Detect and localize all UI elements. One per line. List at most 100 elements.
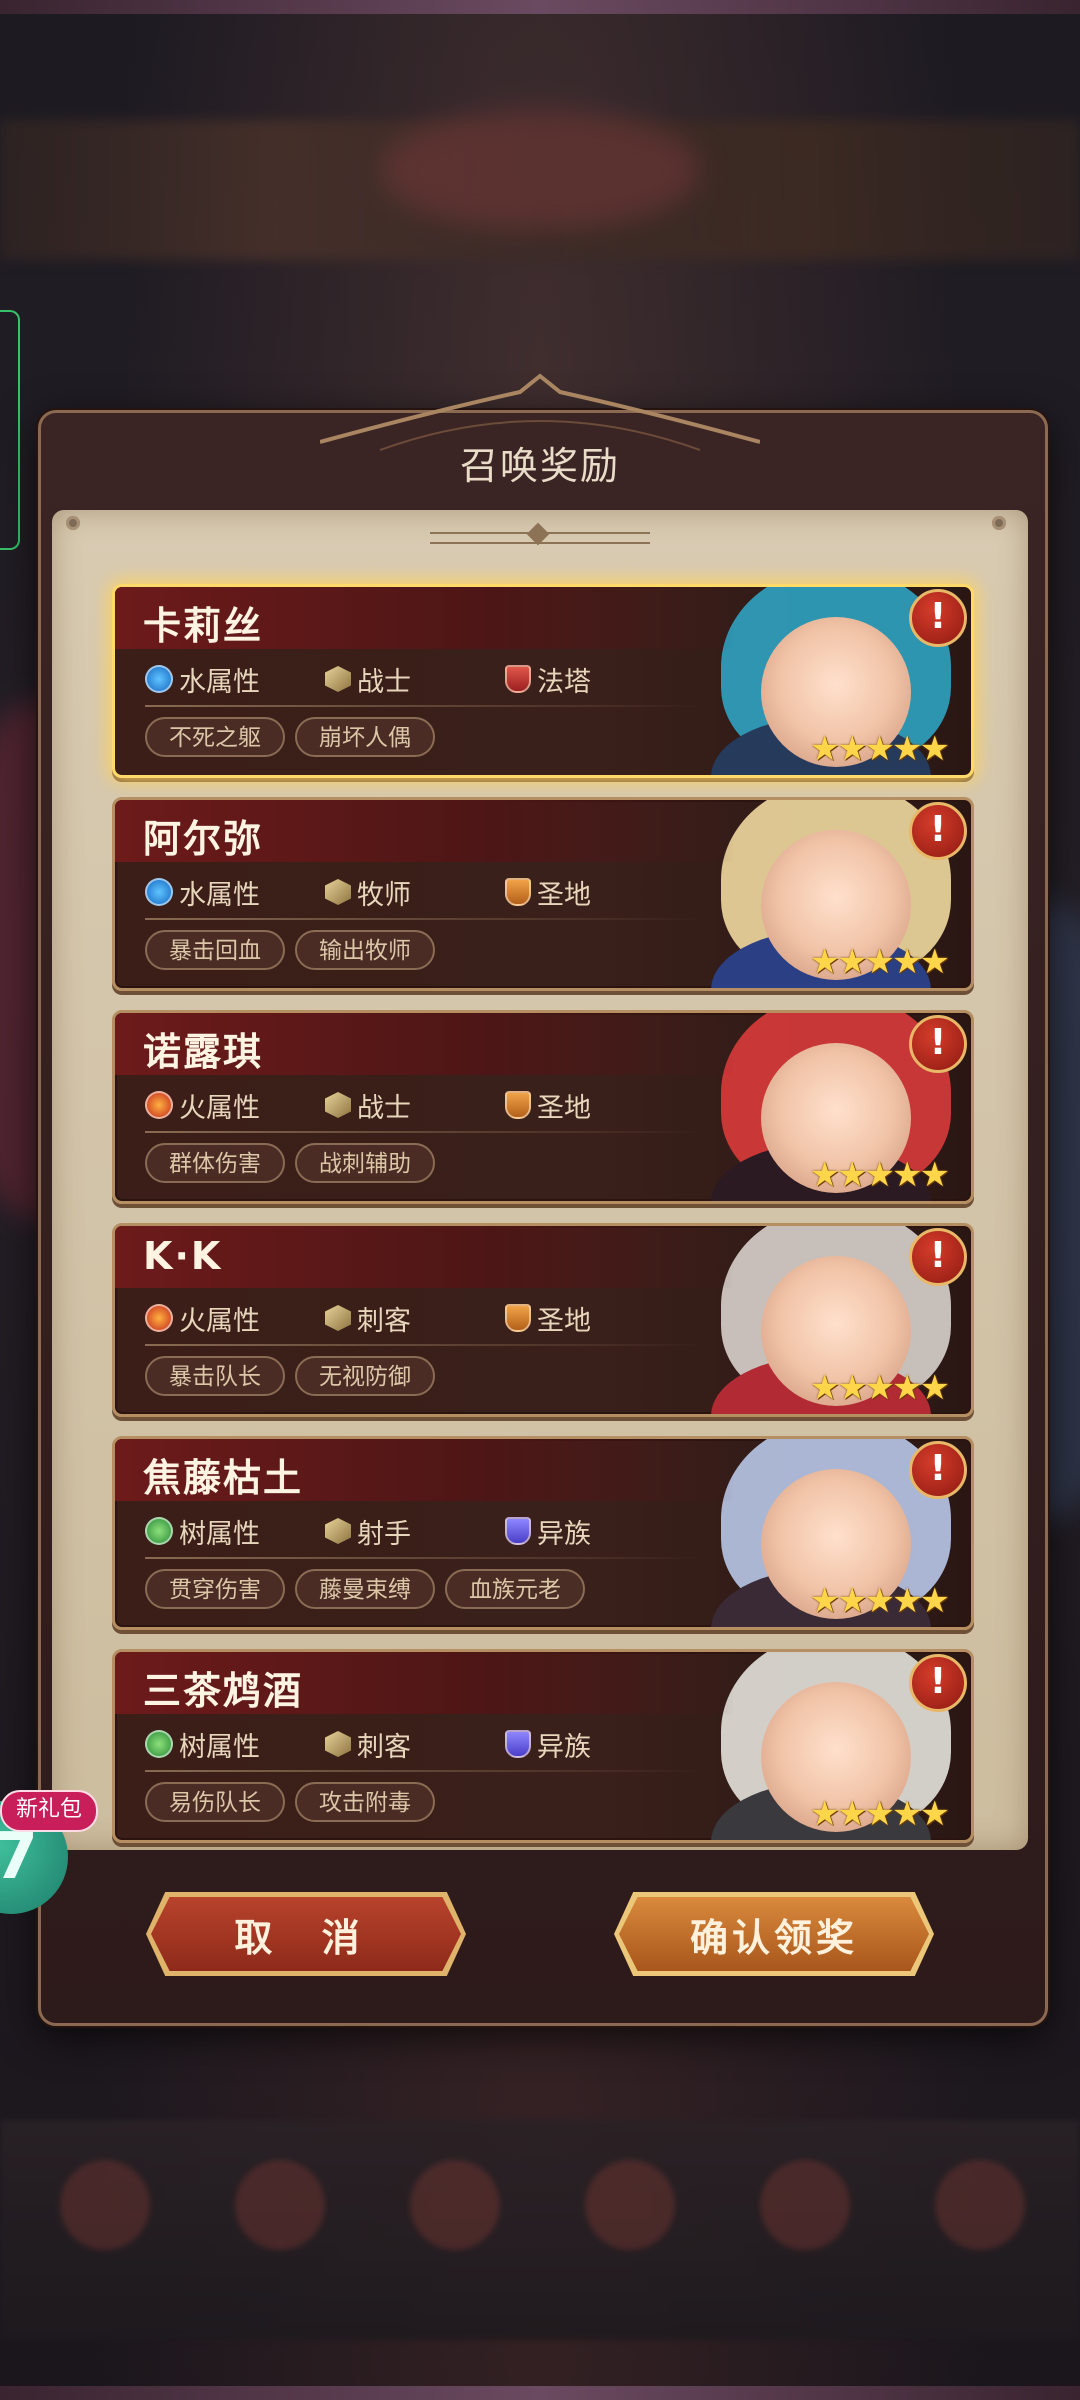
class-attribute: 战士	[325, 1085, 411, 1125]
class-label: 牧师	[357, 879, 411, 911]
card-divider	[145, 1131, 705, 1133]
alert-icon[interactable]: !	[909, 802, 967, 860]
new-gift-badge[interactable]: 新礼包	[0, 1790, 99, 1832]
card-divider	[145, 918, 705, 920]
class-attribute: 刺客	[325, 1724, 411, 1764]
element-label: 火属性	[179, 1305, 260, 1337]
confirm-claim-button[interactable]: 确认领奖	[614, 1892, 934, 1976]
element-attribute: 树属性	[145, 1511, 260, 1551]
nav-item-icon	[215, 2160, 345, 2310]
nav-item-icon	[740, 2160, 870, 2310]
hero-name: 焦藤枯土	[143, 1456, 304, 1500]
skill-tag: 无视防御	[295, 1356, 435, 1396]
hero-name: 卡莉丝	[143, 604, 264, 648]
class-attribute: 战士	[325, 659, 411, 699]
game-screen: 召唤奖励 卡莉丝 水属性 战士 法塔 不死之躯 崩坏人偶 ★★★★★ ! 阿尔弥…	[0, 0, 1080, 2400]
class-icon	[325, 1731, 351, 1757]
element-attribute: 火属性	[145, 1298, 260, 1338]
nav-item-icon	[40, 2160, 170, 2310]
faction-label: 异族	[537, 1731, 591, 1763]
skill-tag: 崩坏人偶	[295, 717, 435, 757]
nav-item-icon	[565, 2160, 695, 2310]
class-icon	[325, 1092, 351, 1118]
element-icon	[145, 665, 173, 693]
skill-tag: 不死之躯	[145, 717, 285, 757]
element-icon	[145, 878, 173, 906]
background-bottom-nav	[0, 2120, 1080, 2340]
element-icon	[145, 1304, 173, 1332]
element-label: 树属性	[179, 1731, 260, 1763]
side-tab-widget[interactable]	[0, 310, 20, 550]
skill-tag: 暴击队长	[145, 1356, 285, 1396]
card-divider	[145, 1344, 705, 1346]
alert-icon[interactable]: !	[909, 1441, 967, 1499]
alert-icon[interactable]: !	[909, 1228, 967, 1286]
confirm-button-label: 确认领奖	[689, 1915, 858, 1960]
faction-icon	[505, 1730, 531, 1758]
class-icon	[325, 1305, 351, 1331]
skill-tag: 群体伤害	[145, 1143, 285, 1183]
star-rating: ★★★★★	[809, 942, 950, 982]
nav-item-icon	[915, 2160, 1045, 2310]
element-label: 树属性	[179, 1518, 260, 1550]
skill-tag: 输出牧师	[295, 930, 435, 970]
class-attribute: 刺客	[325, 1298, 411, 1338]
alert-icon[interactable]: !	[909, 1015, 967, 1073]
faction-attribute: 圣地	[505, 872, 591, 912]
hero-name: K·K	[143, 1234, 223, 1278]
class-label: 射手	[357, 1518, 411, 1550]
card-divider	[145, 1770, 705, 1772]
skill-tag: 战刺辅助	[295, 1143, 435, 1183]
element-attribute: 水属性	[145, 872, 260, 912]
element-label: 水属性	[179, 666, 260, 698]
hero-attributes: 树属性 刺客 异族	[145, 1724, 665, 1764]
skill-tags: 贯穿伤害 藤曼束缚 血族元老	[145, 1569, 595, 1613]
skill-tag: 血族元老	[445, 1569, 585, 1609]
hero-card[interactable]: 焦藤枯土 树属性 射手 异族 贯穿伤害 藤曼束缚 血族元老 ★★★★★ !	[112, 1436, 974, 1630]
faction-icon	[505, 1517, 531, 1545]
hero-card[interactable]: K·K 火属性 刺客 圣地 暴击队长 无视防御 ★★★★★ !	[112, 1223, 974, 1417]
class-icon	[325, 666, 351, 692]
hero-name: 三茶鸩酒	[143, 1669, 304, 1713]
element-icon	[145, 1091, 173, 1119]
hero-card[interactable]: 诺露琪 火属性 战士 圣地 群体伤害 战刺辅助 ★★★★★ !	[112, 1010, 974, 1204]
element-label: 水属性	[179, 879, 260, 911]
cancel-button-label: 取 消	[234, 1915, 378, 1960]
faction-attribute: 异族	[505, 1724, 591, 1764]
skill-tags: 不死之躯 崩坏人偶	[145, 717, 445, 761]
hero-card[interactable]: 卡莉丝 水属性 战士 法塔 不死之躯 崩坏人偶 ★★★★★ !	[112, 584, 974, 778]
faction-attribute: 异族	[505, 1511, 591, 1551]
faction-icon	[505, 878, 531, 906]
hero-attributes: 水属性 牧师 圣地	[145, 872, 665, 912]
dialog-title: 召唤奖励	[459, 444, 620, 488]
skill-tags: 群体伤害 战刺辅助	[145, 1143, 445, 1187]
hero-attributes: 水属性 战士 法塔	[145, 659, 665, 699]
skill-tags: 暴击队长 无视防御	[145, 1356, 445, 1400]
element-attribute: 树属性	[145, 1724, 260, 1764]
alert-icon[interactable]: !	[909, 589, 967, 647]
hero-card[interactable]: 阿尔弥 水属性 牧师 圣地 暴击回血 输出牧师 ★★★★★ !	[112, 797, 974, 991]
panel-bolt	[66, 516, 80, 530]
star-rating: ★★★★★	[809, 1581, 950, 1621]
faction-attribute: 圣地	[505, 1298, 591, 1338]
hero-name: 诺露琪	[143, 1030, 264, 1074]
class-label: 战士	[357, 666, 411, 698]
hero-attributes: 火属性 战士 圣地	[145, 1085, 665, 1125]
card-divider	[145, 705, 705, 707]
class-label: 战士	[357, 1092, 411, 1124]
class-label: 刺客	[357, 1305, 411, 1337]
faction-label: 圣地	[537, 879, 591, 911]
hero-attributes: 火属性 刺客 圣地	[145, 1298, 665, 1338]
class-icon	[325, 1518, 351, 1544]
faction-label: 法塔	[537, 666, 591, 698]
star-rating: ★★★★★	[809, 1368, 950, 1408]
card-divider	[145, 1557, 705, 1559]
faction-label: 圣地	[537, 1305, 591, 1337]
alert-icon[interactable]: !	[909, 1654, 967, 1712]
hero-card[interactable]: 三茶鸩酒 树属性 刺客 异族 易伤队长 攻击附毒 ★★★★★ !	[112, 1649, 974, 1843]
cancel-button[interactable]: 取 消	[146, 1892, 466, 1976]
skill-tag: 攻击附毒	[295, 1782, 435, 1822]
element-label: 火属性	[179, 1092, 260, 1124]
star-rating: ★★★★★	[809, 729, 950, 769]
class-attribute: 牧师	[325, 872, 411, 912]
